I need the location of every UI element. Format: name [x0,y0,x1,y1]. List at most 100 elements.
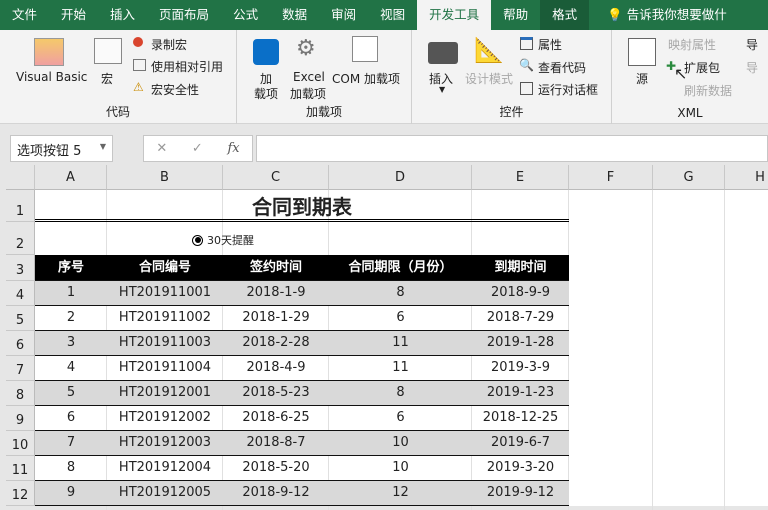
cell[interactable]: 合同编号 [107,255,223,280]
cell[interactable]: 3 [35,331,107,355]
column-header-C[interactable]: C [223,165,329,190]
cell[interactable]: 签约时间 [223,255,329,280]
cell[interactable]: 2018-9-9 [472,281,569,305]
tab-6[interactable]: 审阅 [319,0,368,30]
cell[interactable]: 序号 [35,255,107,280]
row-header-6[interactable]: 6 [6,331,35,356]
cell[interactable]: 10 [329,431,472,455]
row-header-5[interactable]: 5 [6,306,35,331]
export-button[interactable]: 导 [746,59,758,76]
cell[interactable]: 8 [35,456,107,480]
cell[interactable]: 6 [329,406,472,430]
macro-button[interactable]: 宏 [101,70,113,87]
excel-addins-button-line2[interactable]: 加载项 [290,85,326,102]
cell[interactable]: 1 [35,281,107,305]
source-button[interactable]: 源 [636,70,648,87]
column-header-A[interactable]: A [35,165,107,190]
cancel-icon[interactable]: ✕ [156,141,167,156]
record-macro-button[interactable]: 录制宏 [151,36,187,53]
row-header-1[interactable]: 1 [6,190,35,222]
tab-9[interactable]: 帮助 [491,0,540,30]
expansion-packs-button[interactable]: 扩展包 [684,59,720,76]
cell[interactable]: 2018-8-7 [223,431,329,455]
cell[interactable]: 4 [35,356,107,380]
cell[interactable]: 2018-1-29 [223,306,329,330]
row-header-2[interactable]: 2 [6,222,35,255]
cell[interactable]: 6 [35,406,107,430]
cell[interactable]: HT201911002 [107,306,223,330]
cell[interactable]: 10 [329,456,472,480]
row-header-3[interactable]: 3 [6,255,35,281]
cell[interactable]: 2019-3-20 [472,456,569,480]
cell[interactable]: 12 [329,481,472,505]
refresh-data-button[interactable]: 刷新数据 [684,82,732,99]
cell[interactable]: 5 [35,381,107,405]
tab-5[interactable]: 数据 [270,0,319,30]
cell[interactable]: HT201911004 [107,356,223,380]
cell[interactable]: 2019-1-28 [472,331,569,355]
cell[interactable]: 2018-6-25 [223,406,329,430]
run-dialog-button[interactable]: 运行对话框 [538,81,598,98]
tab-1[interactable]: 开始 [49,0,98,30]
import-button[interactable]: 导 [746,36,758,53]
properties-button[interactable]: 属性 [538,36,562,53]
cell[interactable]: 8 [329,281,472,305]
cell[interactable]: 2018-12-25 [472,406,569,430]
cell[interactable]: 到期时间 [472,255,569,280]
tab-7[interactable]: 视图 [368,0,417,30]
cell[interactable]: HT201912001 [107,381,223,405]
sheet-title[interactable]: 合同到期表 [35,190,569,222]
com-addins-button[interactable]: COM 加载项 [332,70,400,87]
cell[interactable]: 6 [329,306,472,330]
tab-2[interactable]: 插入 [98,0,147,30]
cell[interactable]: 2018-5-23 [223,381,329,405]
formula-bar-input[interactable] [256,135,768,162]
cell[interactable]: 7 [35,431,107,455]
cell[interactable]: 11 [329,356,472,380]
cell[interactable]: 2019-9-12 [472,481,569,505]
select-all-button[interactable] [6,165,35,190]
column-header-B[interactable]: B [107,165,223,190]
macro-security-button[interactable]: 宏安全性 [151,81,199,98]
addins-button-line2[interactable]: 载项 [254,85,278,102]
column-header-H[interactable]: H [725,165,768,190]
cell[interactable]: 2018-7-29 [472,306,569,330]
design-mode-button[interactable]: 设计模式 [465,70,513,87]
row-header-9[interactable]: 9 [6,406,35,431]
cell[interactable]: 2019-6-7 [472,431,569,455]
view-code-button[interactable]: 查看代码 [538,59,586,76]
column-header-E[interactable]: E [472,165,569,190]
cell[interactable]: 2018-4-9 [223,356,329,380]
map-properties-button[interactable]: 映射属性 [668,36,716,53]
tell-me-search[interactable]: 💡 告诉我你想要做什 [595,0,739,30]
tab-4[interactable]: 公式 [221,0,270,30]
tab-0[interactable]: 文件 [0,0,49,30]
cell[interactable]: 9 [35,481,107,505]
tab-8[interactable]: 开发工具 [417,0,492,30]
excel-addins-button[interactable]: Excel [293,70,325,84]
column-header-D[interactable]: D [329,165,472,190]
enter-icon[interactable]: ✓ [192,141,203,156]
chevron-down-icon[interactable]: ▼ [100,142,106,151]
cell[interactable]: 2018-1-9 [223,281,329,305]
column-header-G[interactable]: G [653,165,725,190]
cell[interactable]: 2018-9-12 [223,481,329,505]
cell[interactable]: 2 [35,306,107,330]
option-button-30-day-reminder[interactable]: 30天提醒 [192,232,254,248]
row-header-12[interactable]: 12 [6,481,35,506]
cell[interactable]: HT201912005 [107,481,223,505]
cell[interactable]: 2019-3-9 [472,356,569,380]
row-header-8[interactable]: 8 [6,381,35,406]
tab-10[interactable]: 格式 [540,0,590,30]
name-box[interactable]: 选项按钮 5 ▼ [10,135,113,162]
row-header-7[interactable]: 7 [6,356,35,381]
cell[interactable]: 8 [329,381,472,405]
column-header-F[interactable]: F [569,165,653,190]
cell[interactable]: 2018-2-28 [223,331,329,355]
tab-3[interactable]: 页面布局 [147,0,221,30]
visual-basic-button[interactable]: Visual Basic [16,70,87,84]
cell[interactable]: 11 [329,331,472,355]
cell[interactable]: 2018-5-20 [223,456,329,480]
cell[interactable]: HT201912002 [107,406,223,430]
row-header-4[interactable]: 4 [6,281,35,306]
